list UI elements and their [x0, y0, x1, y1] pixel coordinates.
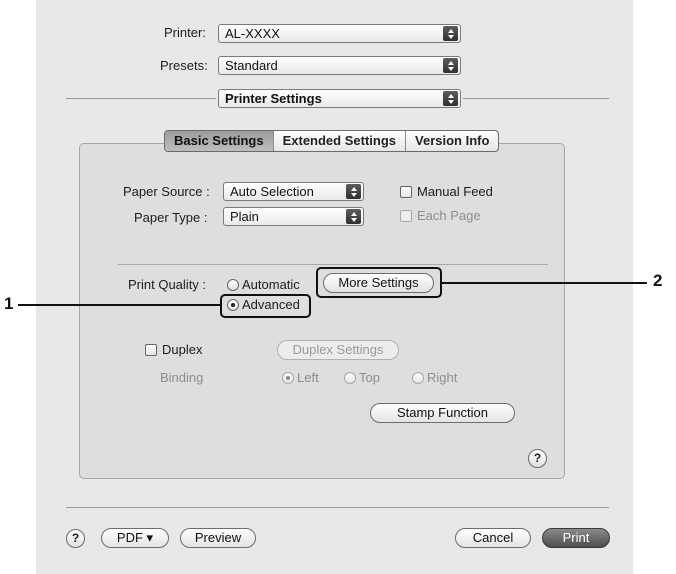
paper-source-popup[interactable]: Auto Selection: [223, 182, 364, 201]
preview-button[interactable]: Preview: [180, 528, 256, 548]
automatic-label: Automatic: [242, 277, 300, 292]
pane-selector-value: Printer Settings: [225, 91, 322, 106]
paper-source-value: Auto Selection: [230, 184, 314, 199]
manual-feed-checkbox[interactable]: [400, 186, 412, 198]
pane-selector-popup[interactable]: Printer Settings: [218, 89, 461, 108]
binding-top-radio[interactable]: [344, 372, 356, 384]
each-page-checkbox[interactable]: [400, 210, 412, 222]
callout-number-2: 2: [653, 271, 663, 290]
tab-bar: Basic Settings Extended Settings Version…: [164, 130, 500, 152]
callout-box-2: [316, 267, 442, 298]
separator-left: [66, 98, 216, 99]
callout-box-1: [220, 294, 311, 318]
binding-label: Binding: [160, 370, 204, 385]
popup-arrows-icon: [443, 26, 458, 41]
cancel-button[interactable]: Cancel: [455, 528, 531, 548]
binding-top-label: Top: [359, 370, 380, 385]
presets-label: Presets:: [160, 58, 208, 73]
manual-feed-label: Manual Feed: [417, 184, 493, 199]
bottom-separator: [66, 507, 609, 508]
callout-line-2: [442, 282, 647, 284]
duplex-checkbox[interactable]: [145, 344, 157, 356]
pdf-menu-button[interactable]: PDF ▾: [101, 528, 169, 548]
presets-popup[interactable]: Standard: [218, 56, 461, 75]
separator-right: [463, 98, 609, 99]
panel-help-icon[interactable]: ?: [528, 449, 547, 468]
popup-arrows-icon: [443, 91, 458, 106]
binding-left-radio[interactable]: [282, 372, 294, 384]
paper-type-label: Paper Type :: [134, 210, 208, 225]
callout-number-1: 1: [4, 294, 14, 313]
stamp-function-button[interactable]: Stamp Function: [370, 403, 515, 423]
panel-divider: [118, 264, 548, 265]
printer-popup[interactable]: AL-XXXX: [218, 24, 461, 43]
print-quality-label: Print Quality :: [128, 277, 207, 292]
tab-version-info[interactable]: Version Info: [405, 131, 498, 151]
dialog-help-icon[interactable]: ?: [66, 529, 85, 548]
paper-type-value: Plain: [230, 209, 259, 224]
tab-extended-settings[interactable]: Extended Settings: [272, 131, 405, 151]
binding-right-radio[interactable]: [412, 372, 424, 384]
popup-arrows-icon: [443, 58, 458, 73]
popup-arrows-icon: [346, 184, 361, 199]
callout-line-1: [18, 304, 220, 306]
binding-right-label: Right: [427, 370, 458, 385]
binding-left-label: Left: [297, 370, 319, 385]
printer-value: AL-XXXX: [225, 26, 280, 41]
print-button[interactable]: Print: [542, 528, 610, 548]
duplex-label: Duplex: [162, 342, 203, 357]
automatic-radio[interactable]: [227, 279, 239, 291]
popup-arrows-icon: [346, 209, 361, 224]
tab-basic-settings[interactable]: Basic Settings: [165, 131, 273, 151]
duplex-settings-button[interactable]: Duplex Settings: [277, 340, 399, 360]
paper-source-label: Paper Source :: [123, 184, 210, 199]
each-page-label: Each Page: [417, 208, 481, 223]
presets-value: Standard: [225, 58, 278, 73]
paper-type-popup[interactable]: Plain: [223, 207, 364, 226]
printer-label: Printer:: [164, 25, 206, 40]
